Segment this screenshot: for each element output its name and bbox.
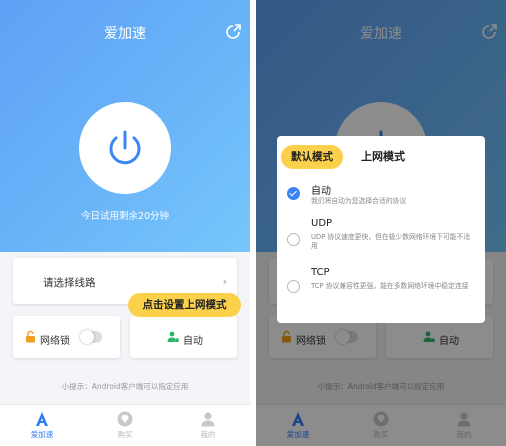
home-screen: 爱加速 今日试用剩余20分钟 请选择线路 › 网络锁 自动 点击设置上网模式 小… (0, 0, 250, 446)
option-desc: UDP 协议速度更快，但在极少数网络环境下可能不适用 (311, 233, 471, 250)
trial-remaining-text: 今日试用剩余20分钟 (80, 211, 170, 222)
app-title: 爱加速 (104, 26, 146, 42)
mode-card[interactable]: 自动 (130, 316, 237, 358)
share-icon[interactable] (226, 23, 242, 39)
user-icon (201, 412, 215, 427)
tip-text: 小提示：Android客户端可以指定应用 (61, 382, 189, 391)
net-lock-label: 网络锁 (40, 336, 70, 347)
mode-label: 自动 (183, 336, 203, 347)
route-label: 请选择线路 (43, 277, 96, 289)
radio-auto[interactable] (287, 187, 300, 200)
chevron-right-icon: › (222, 275, 227, 288)
power-button[interactable] (79, 102, 171, 194)
diamond-icon (117, 411, 133, 427)
power-icon (109, 130, 141, 165)
tab-buy-label: 购买 (117, 430, 133, 439)
option-name: UDP (311, 218, 333, 229)
lock-icon (26, 330, 35, 343)
radio-tcp[interactable] (287, 280, 300, 293)
option-desc: TCP 协议兼容性更强，能在多数网络环境中稳定连接 (311, 282, 469, 290)
tab-home[interactable]: 爱加速 (17, 411, 67, 440)
tab-home-label: 爱加速 (30, 430, 54, 439)
option-name: TCP (311, 267, 330, 278)
dialog-title: 上网模式 (361, 150, 405, 163)
net-lock-card: 网络锁 (13, 316, 120, 358)
net-lock-toggle[interactable] (80, 330, 102, 344)
default-mode-callout: 默认模式 (281, 145, 343, 169)
tab-mine-label: 我的 (200, 430, 216, 439)
tab-buy[interactable]: 购买 (100, 411, 150, 440)
mode-icon (167, 331, 179, 342)
option-desc: 我们将自动为您选择合适的协议 (311, 197, 407, 205)
mode-dialog-screen: 爱加速 网络锁 自动 小提示：Android客户端可以指定应用 爱加速 购买 我… (256, 0, 506, 446)
a-logo-icon (36, 412, 48, 426)
option-name: 自动 (311, 186, 331, 197)
tab-bar: 爱加速 购买 我的 (0, 404, 250, 446)
header-background: 爱加速 今日试用剩余20分钟 (0, 0, 250, 252)
radio-udp[interactable] (287, 233, 300, 246)
set-mode-callout: 点击设置上网模式 (128, 293, 241, 317)
tab-mine[interactable]: 我的 (183, 411, 233, 440)
